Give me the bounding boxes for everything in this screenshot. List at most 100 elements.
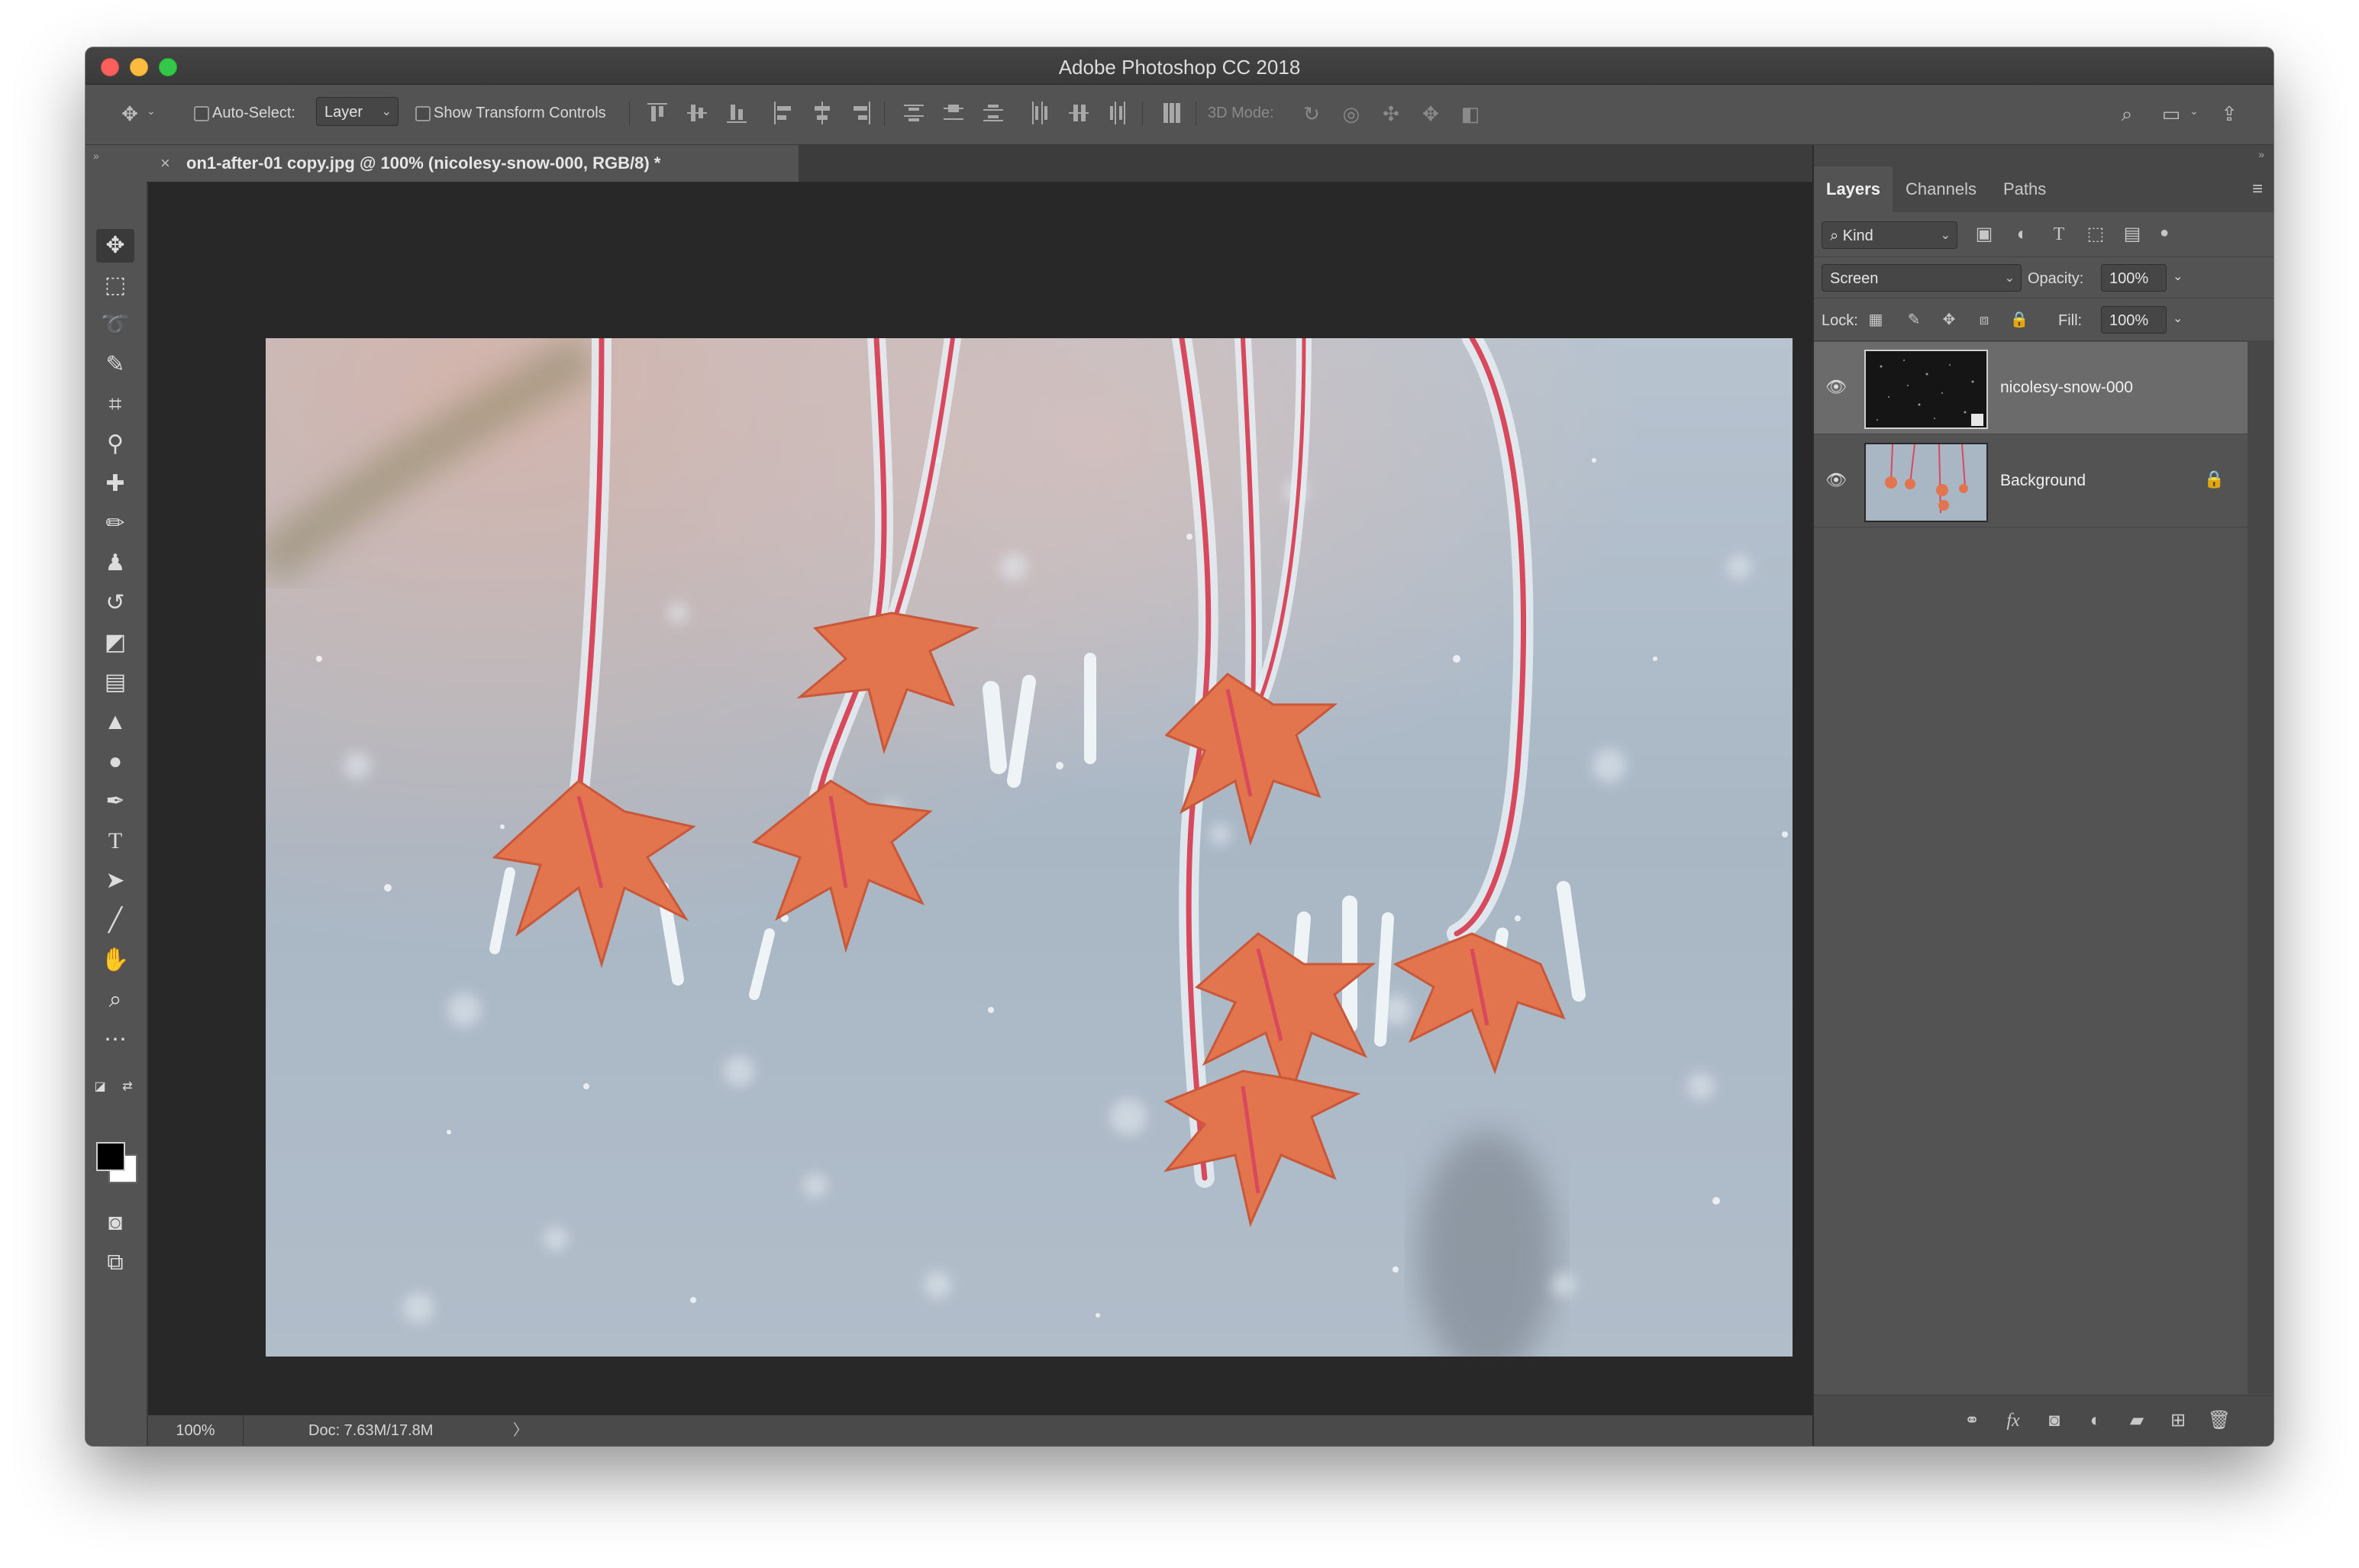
auto-select-checkbox[interactable] bbox=[194, 106, 209, 121]
document-tab[interactable]: × on1-after-01 copy.jpg @ 100% (nicolesy… bbox=[147, 145, 799, 182]
align-horizontal-center-icon[interactable] bbox=[812, 100, 832, 126]
tab-channels[interactable]: Channels bbox=[1893, 166, 1989, 212]
panel-menu-icon[interactable]: ≡ bbox=[2252, 179, 2263, 200]
align-left-icon[interactable] bbox=[773, 100, 792, 126]
collapse-panel-icon[interactable]: » bbox=[93, 150, 99, 162]
opacity-slider-chevron-icon[interactable]: ⌄ bbox=[2173, 269, 2183, 284]
pixel-layer-filter-icon[interactable]: ▣ bbox=[1973, 223, 1996, 246]
shape-layer-filter-icon[interactable]: ⬚ bbox=[2084, 223, 2107, 246]
auto-align-layers-icon[interactable] bbox=[1162, 100, 1182, 126]
canvas-area[interactable] bbox=[148, 182, 1866, 1415]
line-tool-icon[interactable]: ╱ bbox=[96, 904, 134, 937]
distribute-horizontal-center-icon[interactable] bbox=[1069, 100, 1089, 126]
align-vertical-center-icon[interactable] bbox=[687, 100, 707, 126]
quick-selection-tool-icon[interactable]: ✎ bbox=[96, 348, 134, 382]
3d-pan-icon[interactable]: ✣ bbox=[1377, 100, 1405, 127]
preset-caret-icon[interactable]: ⌄ bbox=[147, 105, 156, 118]
type-tool-icon[interactable]: T bbox=[96, 824, 134, 858]
add-mask-icon[interactable]: ◙ bbox=[2041, 1409, 2067, 1432]
layer-thumbnail[interactable] bbox=[1864, 443, 1988, 522]
move-tool-icon[interactable]: ✥ bbox=[96, 229, 134, 263]
align-right-icon[interactable] bbox=[852, 100, 872, 126]
layers-list-empty-area[interactable] bbox=[1814, 530, 2248, 1392]
eraser-tool-icon[interactable]: ◩ bbox=[96, 626, 134, 660]
collapse-dock-icon[interactable]: » bbox=[2258, 148, 2264, 160]
distribute-vertical-center-icon[interactable] bbox=[944, 100, 963, 126]
visibility-eye-icon[interactable]: 👁 bbox=[1825, 376, 1848, 398]
layer-row[interactable]: 👁 nicolesy-snow-000 bbox=[1814, 342, 2248, 434]
tab-paths[interactable]: Paths bbox=[1991, 166, 2058, 212]
screen-mode-icon[interactable]: ⧉ bbox=[96, 1246, 134, 1279]
auto-select-dropdown[interactable]: Layer ⌄ bbox=[316, 97, 399, 126]
new-group-folder-icon[interactable]: ▰ bbox=[2124, 1409, 2150, 1432]
distribute-top-icon[interactable] bbox=[904, 100, 924, 126]
layer-name[interactable]: nicolesy-snow-000 bbox=[2000, 342, 2133, 434]
lock-artboard-icon[interactable]: ⧈ bbox=[1973, 308, 1996, 331]
pen-tool-icon[interactable]: ✒ bbox=[96, 785, 134, 818]
document-image[interactable] bbox=[266, 338, 1793, 1357]
workspace-caret-icon[interactable]: ⌄ bbox=[2190, 105, 2199, 118]
align-top-icon[interactable] bbox=[647, 100, 667, 126]
more-tools-icon[interactable]: ⋯ bbox=[96, 1023, 134, 1057]
history-brush-tool-icon[interactable]: ↺ bbox=[96, 586, 134, 620]
move-tool-preset-icon[interactable]: ✥ bbox=[116, 100, 144, 127]
fill-slider-chevron-icon[interactable]: ⌄ bbox=[2173, 311, 2183, 326]
lasso-tool-icon[interactable]: ➰ bbox=[96, 308, 134, 342]
status-menu-arrow-icon[interactable]: 〉 bbox=[513, 1415, 528, 1446]
3d-scale-icon[interactable]: ◧ bbox=[1457, 100, 1484, 127]
lock-image-pixels-icon[interactable]: ✎ bbox=[1902, 308, 1925, 331]
opacity-field[interactable]: 100% bbox=[2101, 264, 2167, 292]
share-icon[interactable]: ⇪ bbox=[2215, 100, 2243, 127]
show-transform-checkbox[interactable] bbox=[415, 106, 431, 121]
blend-mode-dropdown[interactable]: Screen ⌄ bbox=[1822, 264, 2022, 292]
foreground-color-swatch[interactable] bbox=[96, 1142, 125, 1171]
hand-tool-icon[interactable]: ✋ bbox=[96, 944, 134, 977]
distribute-right-icon[interactable] bbox=[1109, 100, 1128, 126]
search-icon[interactable]: ⌕ bbox=[2113, 100, 2141, 127]
visibility-eye-icon[interactable]: 👁 bbox=[1825, 469, 1848, 492]
lock-position-icon[interactable]: ✥ bbox=[1938, 308, 1960, 331]
fill-field[interactable]: 100% bbox=[2101, 306, 2167, 334]
eyedropper-tool-icon[interactable]: ⚲ bbox=[96, 427, 134, 461]
layer-name[interactable]: Background bbox=[2000, 435, 2086, 527]
tab-layers[interactable]: Layers bbox=[1814, 166, 1893, 212]
new-layer-icon[interactable]: ⊞ bbox=[2165, 1409, 2191, 1432]
swap-colors-icon[interactable]: ⇄ bbox=[118, 1070, 137, 1104]
lock-transparent-pixels-icon[interactable]: ▦ bbox=[1864, 308, 1887, 331]
adjustment-layer-filter-icon[interactable]: ◐ bbox=[2011, 223, 2034, 246]
lock-all-icon[interactable]: 🔒 bbox=[2008, 308, 2031, 331]
zoom-level-field[interactable]: 100% bbox=[148, 1415, 244, 1446]
3d-roll-icon[interactable]: ◎ bbox=[1338, 100, 1365, 127]
doc-size-info[interactable]: Doc: 7.63M/17.8M bbox=[308, 1415, 433, 1446]
blur-tool-icon[interactable]: ▲ bbox=[96, 705, 134, 739]
filter-toggle-icon[interactable]: ● bbox=[2153, 221, 2176, 244]
marquee-tool-icon[interactable]: ⬚ bbox=[96, 269, 134, 302]
clone-stamp-tool-icon[interactable]: ♟ bbox=[96, 547, 134, 580]
align-bottom-icon[interactable] bbox=[727, 100, 747, 126]
default-colors-icon[interactable]: ◪ bbox=[90, 1070, 110, 1104]
brush-tool-icon[interactable]: ✏ bbox=[96, 507, 134, 540]
lock-icon[interactable]: 🔒 bbox=[2204, 469, 2225, 489]
layers-scrollbar[interactable] bbox=[2248, 340, 2273, 1394]
distribute-left-icon[interactable] bbox=[1029, 100, 1049, 126]
3d-slide-icon[interactable]: ✥ bbox=[1417, 100, 1444, 127]
gradient-tool-icon[interactable]: ▤ bbox=[96, 666, 134, 699]
3d-orbit-icon[interactable]: ↻ bbox=[1298, 100, 1325, 127]
distribute-bottom-icon[interactable] bbox=[983, 100, 1003, 126]
path-selection-tool-icon[interactable]: ➤ bbox=[96, 864, 134, 898]
quick-mask-icon[interactable]: ◙ bbox=[96, 1206, 134, 1240]
layer-thumbnail[interactable] bbox=[1864, 350, 1988, 429]
smart-object-filter-icon[interactable]: ▤ bbox=[2121, 223, 2144, 246]
crop-tool-icon[interactable]: ⌗ bbox=[96, 388, 134, 421]
healing-brush-tool-icon[interactable]: ✚ bbox=[96, 467, 134, 501]
delete-layer-trash-icon[interactable]: 🗑 bbox=[2206, 1409, 2232, 1432]
layer-row[interactable]: 👁 Background 🔒 bbox=[1814, 435, 2248, 528]
zoom-tool-icon[interactable]: ⌕ bbox=[96, 983, 134, 1017]
link-layers-icon[interactable]: ⚭ bbox=[1959, 1409, 1985, 1432]
type-layer-filter-icon[interactable]: T bbox=[2048, 223, 2070, 246]
dodge-tool-icon[interactable]: ● bbox=[96, 745, 134, 779]
close-tab-icon[interactable]: × bbox=[160, 145, 170, 182]
layer-style-fx-icon[interactable]: fx bbox=[2000, 1409, 2026, 1432]
workspace-icon[interactable]: ▭ bbox=[2157, 100, 2185, 127]
filter-kind-dropdown[interactable]: ⌕ Kind ⌄ bbox=[1822, 221, 1957, 249]
